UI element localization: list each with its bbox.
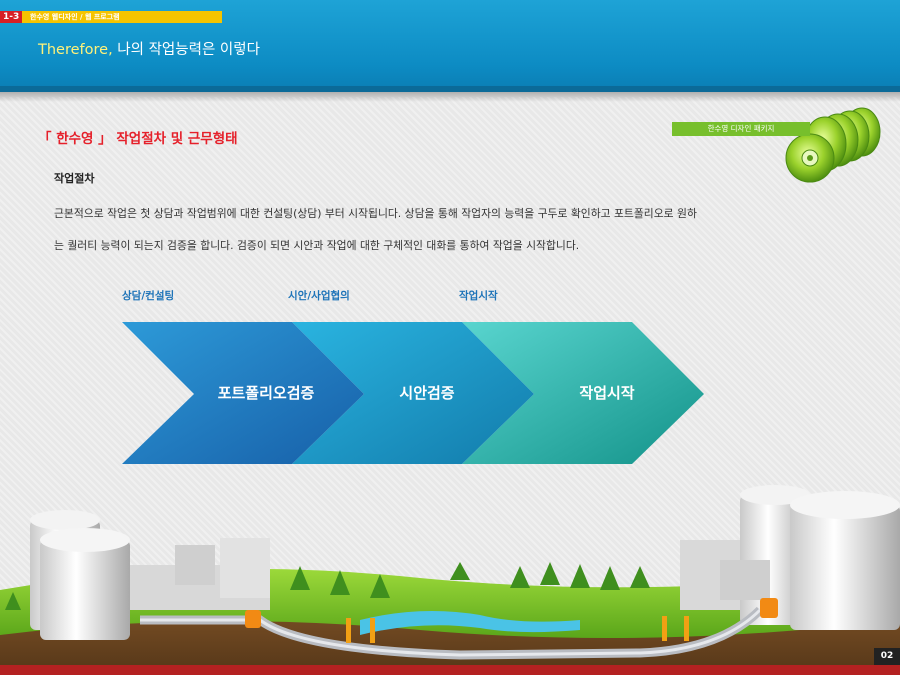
chapter-number-badge: 1-3 bbox=[0, 11, 23, 23]
paragraph-line-1: 근본적으로 작업은 첫 상담과 작업범위에 대한 컨설팅(상담) 부터 시작됩니… bbox=[54, 207, 697, 220]
process-label-consulting: 상담/컨설팅 bbox=[122, 290, 175, 302]
disc-package-icon bbox=[785, 107, 881, 183]
chapter-title-badge: 한수영 웹디자인 / 웹 프로그램 bbox=[22, 11, 222, 23]
step-work-start: 작업시작 bbox=[579, 384, 635, 402]
step-draft-verify: 시안검증 bbox=[399, 384, 455, 402]
page-title-accent: Therefore, bbox=[38, 42, 113, 58]
process-label-start: 작업시작 bbox=[459, 290, 498, 302]
page-title: Therefore, 나의 작업능력은 이렇다 bbox=[38, 38, 260, 59]
page-number: 02 bbox=[874, 648, 900, 665]
package-label: 한수영 디자인 패키지 bbox=[672, 122, 810, 136]
header-shadow bbox=[0, 92, 900, 102]
page-title-rest: 나의 작업능력은 이렇다 bbox=[112, 42, 260, 58]
footer-line bbox=[0, 665, 900, 675]
section-subtitle: 작업절차 bbox=[54, 172, 95, 185]
power-plant-illustration bbox=[0, 485, 900, 665]
process-label-proposal: 시안/사업협의 bbox=[288, 290, 350, 302]
step-portfolio-verify: 포트폴리오검증 bbox=[217, 384, 315, 402]
paragraph-line-2: 는 퀄러티 능력이 되는지 검증을 합니다. 검증이 되면 시안과 작업에 대한… bbox=[54, 239, 580, 252]
section-title: 「 한수영 」 작업절차 및 근무형태 bbox=[38, 131, 238, 147]
section-paragraph: 근본적으로 작업은 첫 상담과 작업범위에 대한 컨설팅(상담) 부터 시작됩니… bbox=[54, 198, 834, 262]
